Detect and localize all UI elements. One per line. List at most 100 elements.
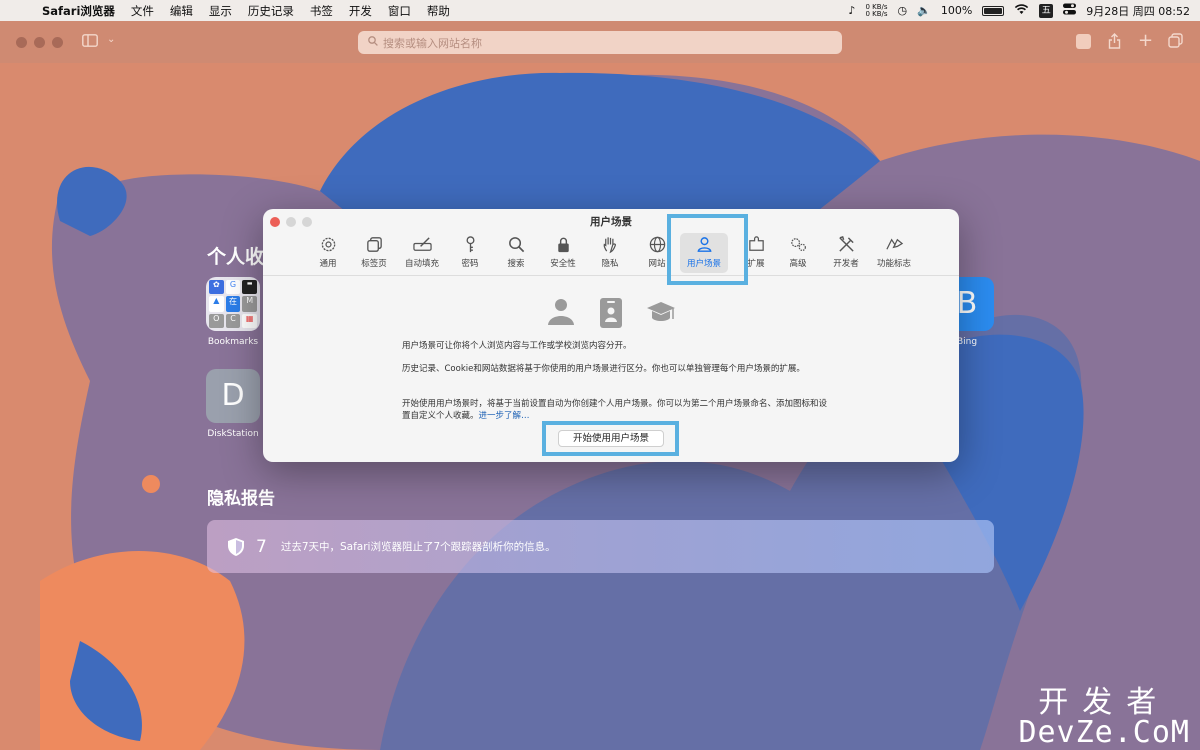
tab-overview-icon[interactable] bbox=[1168, 33, 1183, 52]
address-placeholder: 搜索或输入网站名称 bbox=[383, 36, 482, 50]
share-icon[interactable] bbox=[1108, 33, 1121, 53]
tabs-icon bbox=[366, 237, 382, 252]
tab-autofill[interactable]: 自动填充 bbox=[401, 233, 443, 273]
shield-icon bbox=[228, 537, 244, 556]
site-watermark: 开发者 DevZe.CoM bbox=[1018, 688, 1190, 748]
work-badge-icon bbox=[600, 298, 622, 328]
time-machine-icon[interactable]: ◷ bbox=[898, 4, 908, 17]
bookmark-mini-icon: ✿ bbox=[209, 280, 224, 294]
tab-label: 隐私 bbox=[601, 259, 619, 269]
favorite-tile-diskstation[interactable]: D bbox=[206, 369, 260, 423]
menu-file[interactable]: 文件 bbox=[123, 3, 162, 19]
menu-app-safari[interactable]: Safari浏览器 bbox=[34, 3, 123, 19]
bookmark-mini-icon: ▲ bbox=[209, 296, 224, 312]
puzzle-icon bbox=[748, 236, 764, 251]
data-separation-paragraph: 历史记录、Cookie和网站数据将基于你使用的用户场景进行区分。你也可以单独管理… bbox=[402, 364, 805, 374]
safari-toolbar: ⌄ 搜索或输入网站名称 + bbox=[0, 21, 1200, 63]
tab-label: 功能标志 bbox=[876, 259, 911, 269]
privacy-report-message: 过去7天中，Safari浏览器阻止了7个跟踪器剖析你的信息。 bbox=[280, 541, 556, 553]
tab-developer[interactable]: 开发者 bbox=[828, 233, 864, 273]
new-tab-plus-icon[interactable]: + bbox=[1138, 30, 1153, 51]
input-method-icon[interactable]: 五 bbox=[1039, 3, 1054, 18]
bookmark-mini-icon: G bbox=[225, 280, 241, 294]
watermark-line-1: 开发者 bbox=[1038, 685, 1171, 720]
favorite-label-diskstation: DiskStation bbox=[207, 429, 259, 439]
search-icon bbox=[368, 36, 378, 49]
menu-history[interactable]: 历史记录 bbox=[240, 3, 302, 19]
bookmark-mini-icon: 在 bbox=[225, 296, 241, 312]
search-icon bbox=[508, 237, 524, 253]
tab-privacy[interactable]: 隐私 bbox=[597, 233, 623, 273]
settings-dialog: 用户场景 通用 标签页 自动填充 密码 搜索 安全性 隐私 网站 用户场景 扩展… bbox=[263, 209, 959, 462]
settings-tab-bar: 通用 标签页 自动填充 密码 搜索 安全性 隐私 网站 用户场景 扩展 高级 开… bbox=[263, 231, 959, 276]
dialog-title: 用户场景 bbox=[590, 216, 632, 228]
menu-bar: Safari浏览器 文件 编辑 显示 历史记录 书签 开发 窗口 帮助 ♪ 0 … bbox=[0, 0, 1200, 21]
battery-icon[interactable] bbox=[982, 5, 1005, 16]
favorites-title: 个人收 bbox=[207, 246, 265, 268]
window-close-button[interactable] bbox=[16, 37, 27, 48]
menu-bookmarks[interactable]: 书签 bbox=[302, 3, 341, 19]
tracker-count: 7 bbox=[256, 536, 267, 557]
network-stats[interactable]: 0 KB/s 0 KB/s bbox=[865, 3, 888, 18]
privacy-report-card[interactable]: 7 过去7天中，Safari浏览器阻止了7个跟踪器剖析你的信息。 bbox=[207, 520, 994, 573]
autofill-pen-icon bbox=[412, 237, 432, 251]
volume-icon[interactable]: 🔈 bbox=[917, 4, 931, 17]
tutorial-highlight-start-button bbox=[542, 421, 679, 456]
tab-general[interactable]: 通用 bbox=[312, 233, 344, 273]
music-note-icon[interactable]: ♪ bbox=[848, 4, 855, 17]
clock-datetime[interactable]: 9月28日 周四 08:52 bbox=[1086, 3, 1190, 19]
school-graduation-cap-icon bbox=[647, 302, 675, 321]
chevron-down-icon[interactable]: ⌄ bbox=[107, 34, 115, 45]
hand-icon bbox=[603, 237, 616, 254]
getting-started-paragraph: 开始使用用户场景时，将基于当前设置自动为你创建个人用户场景。你可以为第二个用户场… bbox=[402, 398, 827, 422]
tab-label: 密码 bbox=[461, 259, 479, 269]
address-bar[interactable]: 搜索或输入网站名称 bbox=[358, 31, 842, 54]
tools-icon bbox=[838, 235, 854, 252]
tab-search[interactable]: 搜索 bbox=[503, 233, 529, 273]
lock-icon bbox=[557, 237, 569, 253]
window-minimize-button[interactable] bbox=[34, 37, 45, 48]
tab-security[interactable]: 安全性 bbox=[547, 233, 579, 273]
gear-icon bbox=[321, 237, 335, 252]
gears-icon bbox=[790, 238, 806, 252]
tab-advanced[interactable]: 高级 bbox=[785, 233, 811, 273]
tab-label: 高级 bbox=[789, 259, 807, 269]
menu-window[interactable]: 窗口 bbox=[380, 3, 419, 19]
sidebar-toggle-icon[interactable] bbox=[82, 33, 98, 51]
watermark-line-2: DevZe.CoM bbox=[1018, 715, 1190, 750]
menu-edit[interactable]: 编辑 bbox=[162, 3, 201, 19]
menu-help[interactable]: 帮助 bbox=[419, 3, 458, 19]
tab-label: 搜索 bbox=[507, 259, 525, 269]
getting-started-text: 开始使用用户场景时，将基于当前设置自动为你创建个人用户场景。你可以为第二个用户场… bbox=[402, 399, 828, 421]
tutorial-highlight-profiles-tab bbox=[667, 214, 748, 285]
profile-types-illustration bbox=[548, 298, 675, 328]
key-icon bbox=[466, 236, 474, 253]
bookmark-mini-icon: C bbox=[225, 314, 241, 328]
extension-icon[interactable] bbox=[1076, 34, 1091, 49]
window-zoom-button[interactable] bbox=[52, 37, 63, 48]
bookmark-mini-icon: M bbox=[242, 296, 257, 312]
privacy-report-title: 隐私报告 bbox=[207, 489, 275, 509]
tab-label: 扩展 bbox=[747, 259, 765, 269]
tab-label: 通用 bbox=[319, 259, 337, 269]
net-down-rate: 0 KB/s bbox=[865, 9, 888, 18]
control-center-icon[interactable] bbox=[1063, 3, 1077, 18]
battery-percent[interactable]: 100% bbox=[941, 4, 972, 17]
bookmark-mini-icon: ▬ bbox=[242, 280, 257, 294]
tab-label: 标签页 bbox=[361, 259, 387, 269]
tab-label: 安全性 bbox=[550, 259, 576, 269]
tab-tabs[interactable]: 标签页 bbox=[357, 233, 391, 273]
learn-more-link[interactable]: 进一步了解… bbox=[479, 411, 530, 421]
menu-view[interactable]: 显示 bbox=[201, 3, 240, 19]
favorite-label-bookmarks: Bookmarks bbox=[207, 337, 259, 347]
bookmarks-tile[interactable]: ✿ G ▬ ▲ 在 M O C ▦ bbox=[206, 277, 260, 331]
wifi-icon[interactable] bbox=[1014, 3, 1029, 18]
tab-feature-flags[interactable]: 功能标志 bbox=[872, 233, 916, 273]
bookmark-mini-icon: ▦ bbox=[242, 314, 257, 328]
tab-label: 网站 bbox=[648, 259, 666, 269]
tab-passwords[interactable]: 密码 bbox=[457, 233, 483, 273]
tab-label: 自动填充 bbox=[404, 259, 439, 269]
status-area: ♪ 0 KB/s 0 KB/s ◷ 🔈 100% 五 9月28日 周四 08:5… bbox=[848, 0, 1190, 21]
globe-icon bbox=[649, 236, 665, 253]
menu-develop[interactable]: 开发 bbox=[341, 3, 380, 19]
